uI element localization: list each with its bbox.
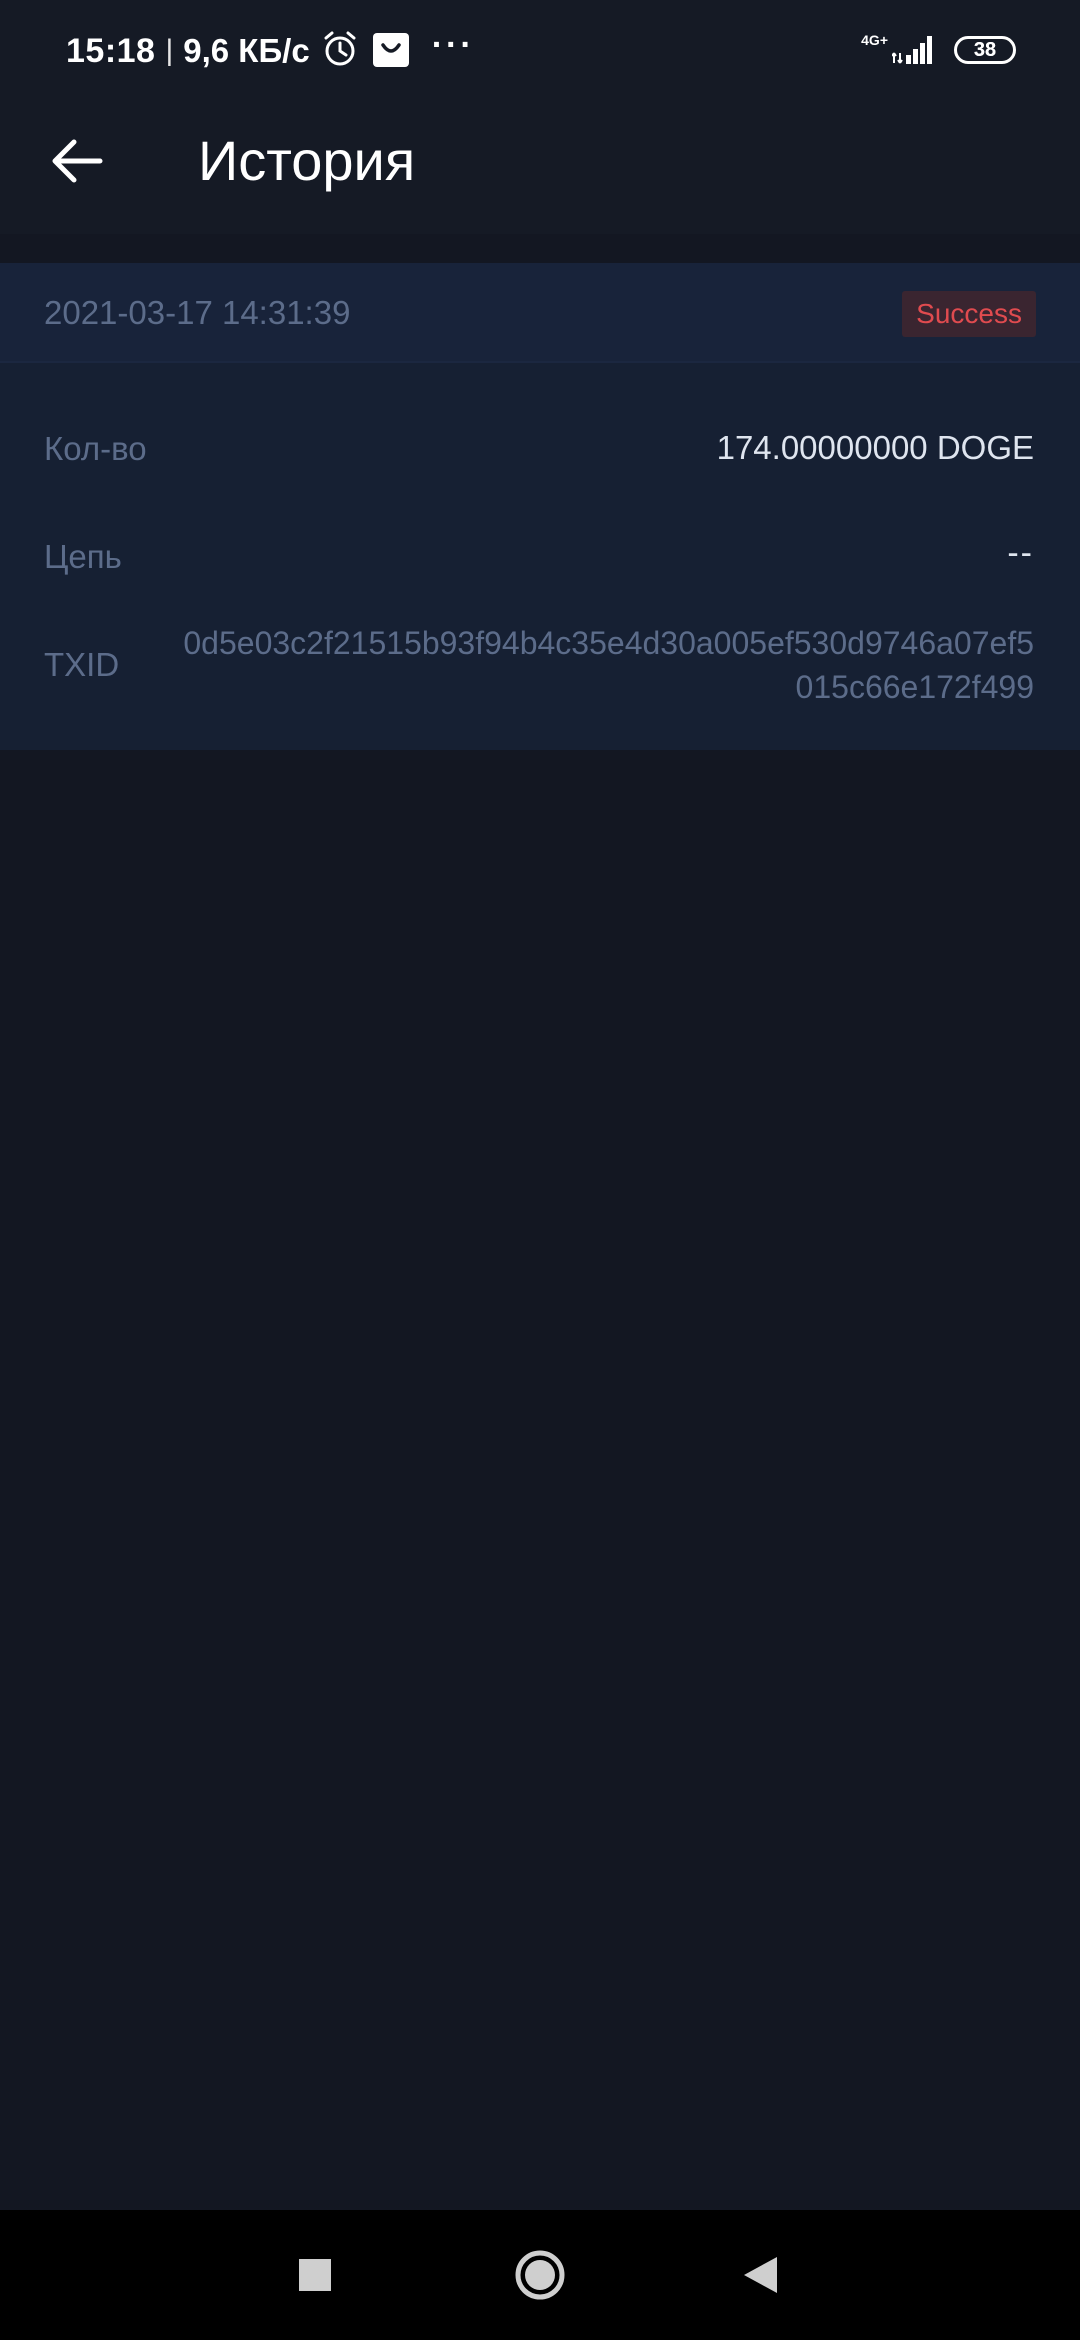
chain-label: Цепь bbox=[44, 538, 122, 575]
recent-apps-button[interactable] bbox=[255, 2210, 375, 2340]
status-badge: Success bbox=[902, 291, 1036, 337]
more-notifications: ··· bbox=[431, 25, 475, 64]
alarm-icon bbox=[322, 30, 358, 73]
txid-label: TXID bbox=[44, 646, 120, 683]
system-back-button[interactable] bbox=[700, 2210, 820, 2340]
home-button[interactable] bbox=[480, 2210, 600, 2340]
history-record[interactable]: 2021-03-17 14:31:39 Success Кол-во 174.0… bbox=[0, 263, 1080, 750]
arrow-left-icon bbox=[52, 139, 103, 183]
network-type: 4G+ bbox=[861, 32, 888, 48]
page-title: История bbox=[198, 129, 416, 192]
status-bar: 15:18 | 9,6 КБ/с ··· 4G+ 38 bbox=[0, 0, 1080, 100]
back-button[interactable] bbox=[40, 124, 114, 198]
amount-value: 174.00000000 DOGE bbox=[716, 429, 1034, 466]
navigation-bar bbox=[0, 2210, 1080, 2340]
shop-icon bbox=[372, 30, 410, 73]
record-header: 2021-03-17 14:31:39 Success bbox=[0, 263, 1080, 363]
txid-value[interactable]: 0d5e03c2f21515b93f94b4c35e4d30a005ef530d… bbox=[174, 621, 1034, 709]
chain-value: -- bbox=[1007, 534, 1034, 572]
battery-level: 38 bbox=[957, 39, 1013, 61]
status-time: 15:18 bbox=[66, 31, 156, 70]
amount-label: Кол-во bbox=[44, 430, 147, 467]
app-header: История bbox=[0, 100, 1080, 234]
record-datetime: 2021-03-17 14:31:39 bbox=[44, 294, 351, 331]
status-separator: | bbox=[165, 34, 174, 67]
status-left: 15:18 | 9,6 КБ/с ··· bbox=[66, 26, 475, 76]
signal-icon bbox=[891, 31, 938, 70]
status-right: 4G+ 38 bbox=[861, 30, 1016, 70]
battery-level-text: 38 bbox=[973, 38, 997, 61]
network-speed: 9,6 КБ/с bbox=[183, 32, 310, 69]
recent-apps-icon bbox=[299, 2259, 331, 2291]
back-icon bbox=[744, 2257, 777, 2293]
screen: 15:18 | 9,6 КБ/с ··· 4G+ 38 История 2021… bbox=[0, 0, 1080, 2340]
home-icon bbox=[515, 2250, 565, 2300]
battery-icon: 38 bbox=[954, 36, 1016, 64]
